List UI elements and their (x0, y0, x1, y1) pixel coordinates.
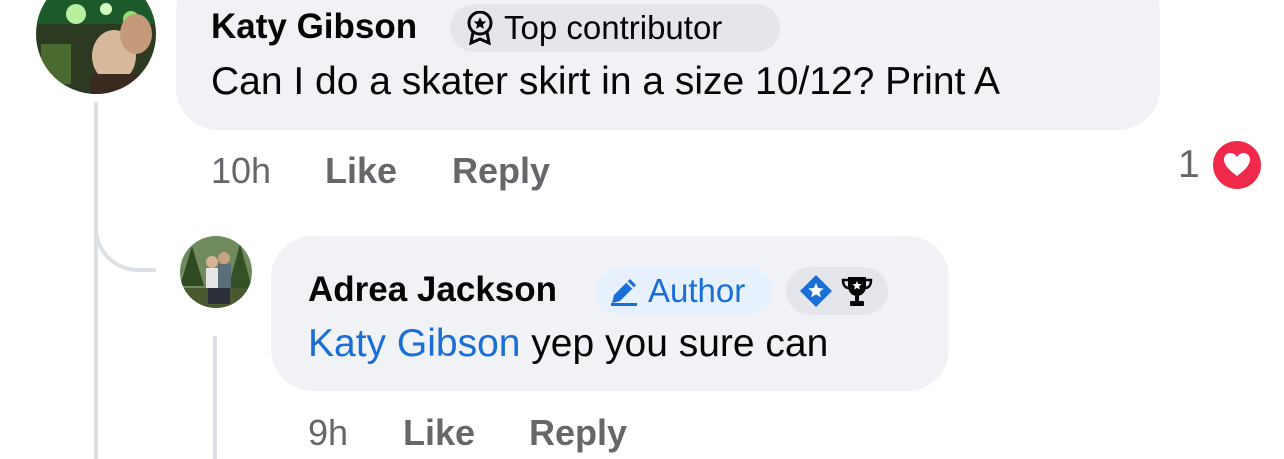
reaction-count[interactable]: 1 (1178, 143, 1200, 187)
pencil-icon (608, 275, 640, 307)
mention-link[interactable]: Katy Gibson (308, 322, 520, 365)
contributor-ribbon-icon (466, 11, 494, 45)
reply-text: yep you sure can (520, 322, 829, 365)
comment-like-button[interactable]: Like (325, 150, 397, 192)
comment-author-name[interactable]: Katy Gibson (211, 7, 417, 47)
comment-text: Can I do a skater skirt in a size 10/12?… (211, 60, 1001, 103)
heart-icon[interactable] (1213, 141, 1261, 189)
avatar-adrea-jackson[interactable] (180, 236, 252, 308)
thread-line-reply (213, 336, 217, 459)
comment-timestamp[interactable]: 10h (211, 150, 271, 192)
reply-timestamp[interactable]: 9h (308, 412, 348, 454)
diamond-star-icon (798, 273, 834, 309)
reply-author-name[interactable]: Adrea Jackson (308, 270, 557, 310)
trophy-icon (840, 274, 874, 308)
reply-reply-button[interactable]: Reply (529, 412, 627, 454)
profile-badges[interactable] (786, 267, 888, 315)
thread-connector-curve (94, 180, 156, 272)
author-badge-label: Author (648, 272, 746, 309)
author-badge[interactable]: Author (596, 267, 772, 315)
avatar-katy-gibson[interactable] (36, 0, 156, 94)
comment-reply-button[interactable]: Reply (452, 150, 550, 192)
thread-line-main (94, 102, 98, 459)
top-contributor-label: Top contributor (504, 9, 723, 46)
reply-like-button[interactable]: Like (403, 412, 475, 454)
top-contributor-badge[interactable]: Top contributor (450, 4, 780, 52)
reply-text-line: Katy Gibson yep you sure can (308, 322, 828, 366)
